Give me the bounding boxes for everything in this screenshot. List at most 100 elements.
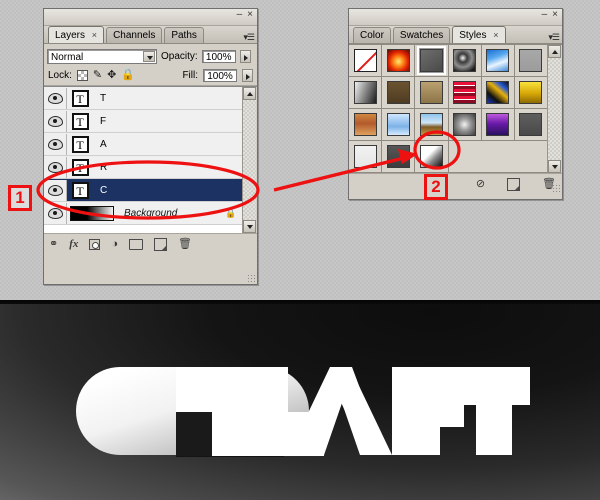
resize-grip[interactable] bbox=[552, 184, 560, 192]
purple-grid-style[interactable] bbox=[486, 113, 510, 136]
scroll-up-arrow-icon[interactable] bbox=[548, 45, 561, 58]
layer-name[interactable]: Background bbox=[117, 208, 225, 219]
style-swatch-cell[interactable] bbox=[415, 141, 449, 173]
layer-visibility-toggle[interactable] bbox=[44, 202, 67, 224]
style-swatch-cell[interactable] bbox=[382, 109, 416, 141]
chevron-down-icon[interactable] bbox=[143, 50, 155, 62]
scrollbar-track[interactable] bbox=[243, 100, 256, 220]
basic-drop-shadow-style[interactable] bbox=[416, 46, 446, 75]
layer-visibility-toggle[interactable] bbox=[44, 133, 67, 155]
tab-channels[interactable]: Channels bbox=[106, 27, 163, 43]
table-row[interactable]: Background 🔒 bbox=[44, 202, 243, 225]
default-none-style[interactable] bbox=[353, 49, 377, 72]
new-group-icon[interactable] bbox=[129, 238, 144, 250]
layer-thumbnail[interactable]: T bbox=[67, 89, 93, 107]
layers-panel[interactable]: – × Layers × Channels Paths ▾☰ Normal Op… bbox=[43, 8, 258, 285]
style-swatch-cell[interactable] bbox=[481, 45, 515, 77]
lock-image-pixels-icon[interactable]: ✎ bbox=[93, 70, 102, 81]
tab-paths[interactable]: Paths bbox=[164, 27, 204, 43]
opacity-input[interactable]: 100% bbox=[201, 49, 236, 63]
layer-name[interactable]: A bbox=[93, 139, 243, 150]
style-swatch-cell[interactable] bbox=[415, 109, 449, 141]
blend-mode-select[interactable]: Normal bbox=[47, 48, 157, 64]
gray-dotted-style[interactable] bbox=[519, 49, 543, 72]
delete-layer-icon[interactable]: 🗑 bbox=[178, 238, 192, 250]
red-stripes-style[interactable] bbox=[453, 81, 477, 104]
tab-close-icon[interactable]: × bbox=[92, 30, 97, 40]
style-swatch-cell[interactable] bbox=[448, 45, 482, 77]
style-swatch-cell[interactable] bbox=[514, 77, 548, 109]
gold-bevel-style[interactable] bbox=[519, 81, 543, 104]
metal-scratches-style[interactable] bbox=[453, 113, 477, 136]
table-row[interactable]: T F bbox=[44, 110, 243, 133]
resize-grip[interactable] bbox=[247, 274, 255, 282]
lock-position-icon[interactable]: ✥ bbox=[107, 70, 116, 81]
opacity-slider-arrow-icon[interactable] bbox=[239, 49, 251, 63]
layer-visibility-toggle[interactable] bbox=[44, 179, 67, 201]
style-swatch-cell[interactable] bbox=[448, 109, 482, 141]
styles-grid-container[interactable] bbox=[349, 44, 562, 173]
layers-panel-toolbar[interactable]: ⚭ fx ◑ 🗑 bbox=[44, 234, 257, 282]
style-swatch-cell[interactable] bbox=[481, 109, 515, 141]
landscape-horizon-style[interactable] bbox=[419, 113, 443, 136]
style-swatch-cell[interactable] bbox=[349, 141, 383, 173]
fill-input[interactable]: 100% bbox=[203, 69, 237, 82]
layers-panel-tabs[interactable]: Layers × Channels Paths ▾☰ bbox=[44, 26, 257, 44]
tab-styles[interactable]: Styles × bbox=[452, 26, 506, 43]
table-row[interactable]: T R bbox=[44, 156, 243, 179]
style-swatch-cell[interactable] bbox=[349, 45, 383, 77]
abstract-paint-style[interactable] bbox=[486, 81, 510, 104]
layer-thumbnail[interactable]: T bbox=[67, 181, 93, 199]
layer-visibility-toggle[interactable] bbox=[44, 87, 67, 109]
style-swatch-cell[interactable] bbox=[448, 77, 482, 109]
soft-black-fade-style[interactable] bbox=[353, 81, 377, 104]
styles-panel-titlebar[interactable]: – × bbox=[349, 9, 562, 26]
layer-name[interactable]: T bbox=[93, 93, 243, 104]
styles-panel-tabs[interactable]: Color Swatches Styles × ▾☰ bbox=[349, 26, 562, 44]
layer-styles-fx-icon[interactable]: fx bbox=[69, 238, 78, 250]
style-swatch-cell[interactable] bbox=[415, 77, 449, 109]
styles-scrollbar[interactable] bbox=[547, 45, 562, 173]
sunset-sky-style[interactable] bbox=[386, 49, 410, 72]
fill-slider-arrow-icon[interactable] bbox=[242, 69, 253, 82]
desert-sand-style[interactable] bbox=[353, 113, 377, 136]
white-to-black-gradient-style[interactable] bbox=[419, 145, 443, 168]
layer-visibility-toggle[interactable] bbox=[44, 156, 67, 178]
lock-transparency-icon[interactable] bbox=[76, 70, 88, 81]
flat-gray-style[interactable] bbox=[519, 113, 543, 136]
panel-menu-icon[interactable]: ▾☰ bbox=[243, 33, 255, 42]
tab-close-icon[interactable]: × bbox=[493, 30, 498, 40]
style-swatch-cell[interactable] bbox=[382, 77, 416, 109]
scrollbar-track[interactable] bbox=[548, 58, 561, 160]
style-swatch-cell[interactable] bbox=[349, 77, 383, 109]
dark-gray-style[interactable] bbox=[386, 145, 410, 168]
tab-layers[interactable]: Layers × bbox=[48, 26, 105, 43]
style-swatch-cell[interactable] bbox=[349, 109, 383, 141]
layer-list[interactable]: T T T F T A T R T C Background 🔒 bbox=[44, 86, 257, 234]
layer-list-scrollbar[interactable] bbox=[242, 87, 257, 233]
style-swatch-cell[interactable] bbox=[514, 45, 548, 77]
layer-thumbnail[interactable]: T bbox=[67, 158, 93, 176]
tab-color[interactable]: Color bbox=[353, 27, 391, 43]
layer-name[interactable]: F bbox=[93, 116, 243, 127]
lock-all-icon[interactable]: 🔒 bbox=[121, 70, 135, 81]
white-blank-style[interactable] bbox=[353, 145, 377, 168]
style-swatch-cell[interactable] bbox=[514, 109, 548, 141]
table-row[interactable]: T T bbox=[44, 87, 243, 110]
blue-sky-clouds-style[interactable] bbox=[486, 49, 510, 72]
layer-name[interactable]: C bbox=[93, 185, 243, 196]
panel-menu-icon[interactable]: ▾☰ bbox=[548, 33, 560, 42]
minimize-icon[interactable]: – bbox=[237, 10, 243, 20]
layer-thumbnail[interactable] bbox=[67, 205, 117, 221]
layers-panel-titlebar[interactable]: – × bbox=[44, 9, 257, 26]
styles-grid[interactable] bbox=[349, 45, 548, 173]
scroll-down-arrow-icon[interactable] bbox=[548, 160, 561, 173]
clear-style-icon[interactable]: ⊘ bbox=[476, 178, 485, 190]
tab-swatches[interactable]: Swatches bbox=[392, 27, 451, 43]
styles-panel-toolbar[interactable]: ⊘ 🗑 bbox=[349, 173, 562, 194]
new-style-icon[interactable] bbox=[507, 177, 521, 191]
layer-name[interactable]: R bbox=[93, 162, 243, 173]
style-swatch-cell[interactable] bbox=[481, 77, 515, 109]
scroll-down-arrow-icon[interactable] bbox=[243, 220, 256, 233]
styles-panel[interactable]: – × Color Swatches Styles × ▾☰ ⊘ 🗑 bbox=[348, 8, 563, 200]
